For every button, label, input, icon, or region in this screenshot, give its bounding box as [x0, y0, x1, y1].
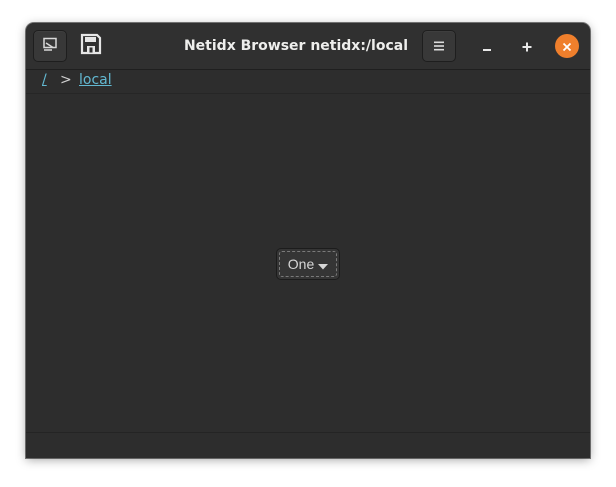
save-icon [80, 33, 102, 59]
hamburger-menu-icon [433, 37, 445, 56]
close-button[interactable] [555, 34, 579, 58]
focus-ring [279, 251, 337, 277]
window-title: Netidx Browser netidx:/local [183, 38, 409, 54]
maximize-icon [522, 37, 532, 56]
design-mode-icon [42, 36, 58, 56]
breadcrumb-local-link[interactable]: local [79, 72, 112, 88]
minimize-icon [482, 37, 492, 56]
headerbar: Netidx Browser netidx:/local [26, 23, 590, 70]
status-bar [26, 432, 590, 458]
breadcrumb: / > local [26, 70, 590, 94]
combo-box[interactable]: One [276, 248, 340, 280]
maximize-button[interactable] [515, 34, 539, 58]
save-button[interactable] [74, 30, 108, 62]
main-menu-button[interactable] [422, 30, 456, 62]
design-mode-button[interactable] [33, 30, 67, 62]
breadcrumb-separator: > [60, 72, 72, 88]
breadcrumb-root-link[interactable]: / [39, 72, 50, 88]
app-window: Netidx Browser netidx:/local / > local O… [26, 23, 590, 458]
close-icon [562, 37, 572, 56]
minimize-button[interactable] [475, 34, 499, 58]
main-content: One [26, 94, 590, 432]
